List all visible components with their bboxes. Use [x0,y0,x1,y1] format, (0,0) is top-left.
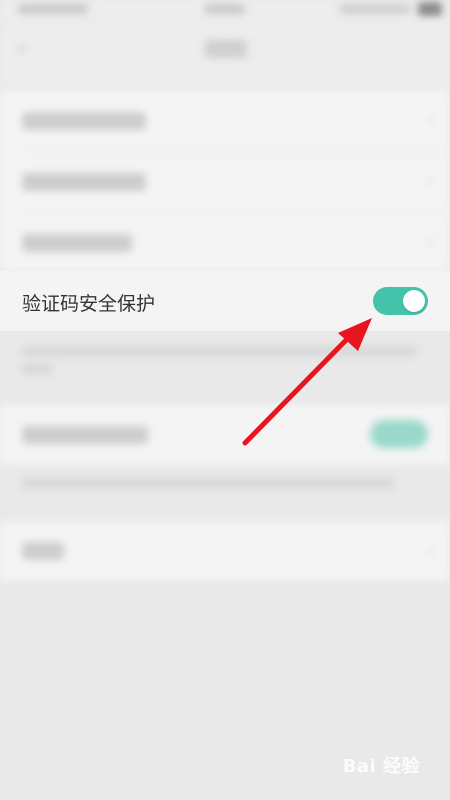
page-title [205,40,247,58]
settings-row[interactable]: › [0,521,450,581]
verification-code-protection-row[interactable]: 验证码安全保护 [0,271,450,331]
chevron-right-icon: › [427,110,434,129]
toggle-knob [403,290,425,312]
row-label [22,173,146,191]
chevron-right-icon: › [427,541,434,560]
verification-code-protection-label: 验证码安全保护 [22,293,156,315]
settings-row[interactable]: › [0,90,450,151]
row-label [22,112,146,130]
settings-group: › › › [0,90,450,271]
settings-row[interactable]: › [0,212,450,271]
verification-code-protection-toggle[interactable] [373,287,428,315]
chevron-right-icon: › [427,232,434,251]
toggle-switch[interactable] [370,420,428,448]
row-label [22,542,64,560]
settings-group: › [0,521,450,581]
row-label [22,426,148,444]
watermark-logo: Bai 经验 [342,756,420,777]
carrier-text [18,4,88,14]
status-icons [340,4,410,14]
row-label [22,234,132,252]
description-note [22,364,52,374]
chevron-right-icon: › [427,171,434,190]
battery-icon [418,2,442,16]
back-icon[interactable]: ‹ [18,40,32,58]
settings-row[interactable]: › [0,151,450,212]
description-note [22,346,417,356]
status-time [205,4,245,14]
description-note [22,478,394,488]
